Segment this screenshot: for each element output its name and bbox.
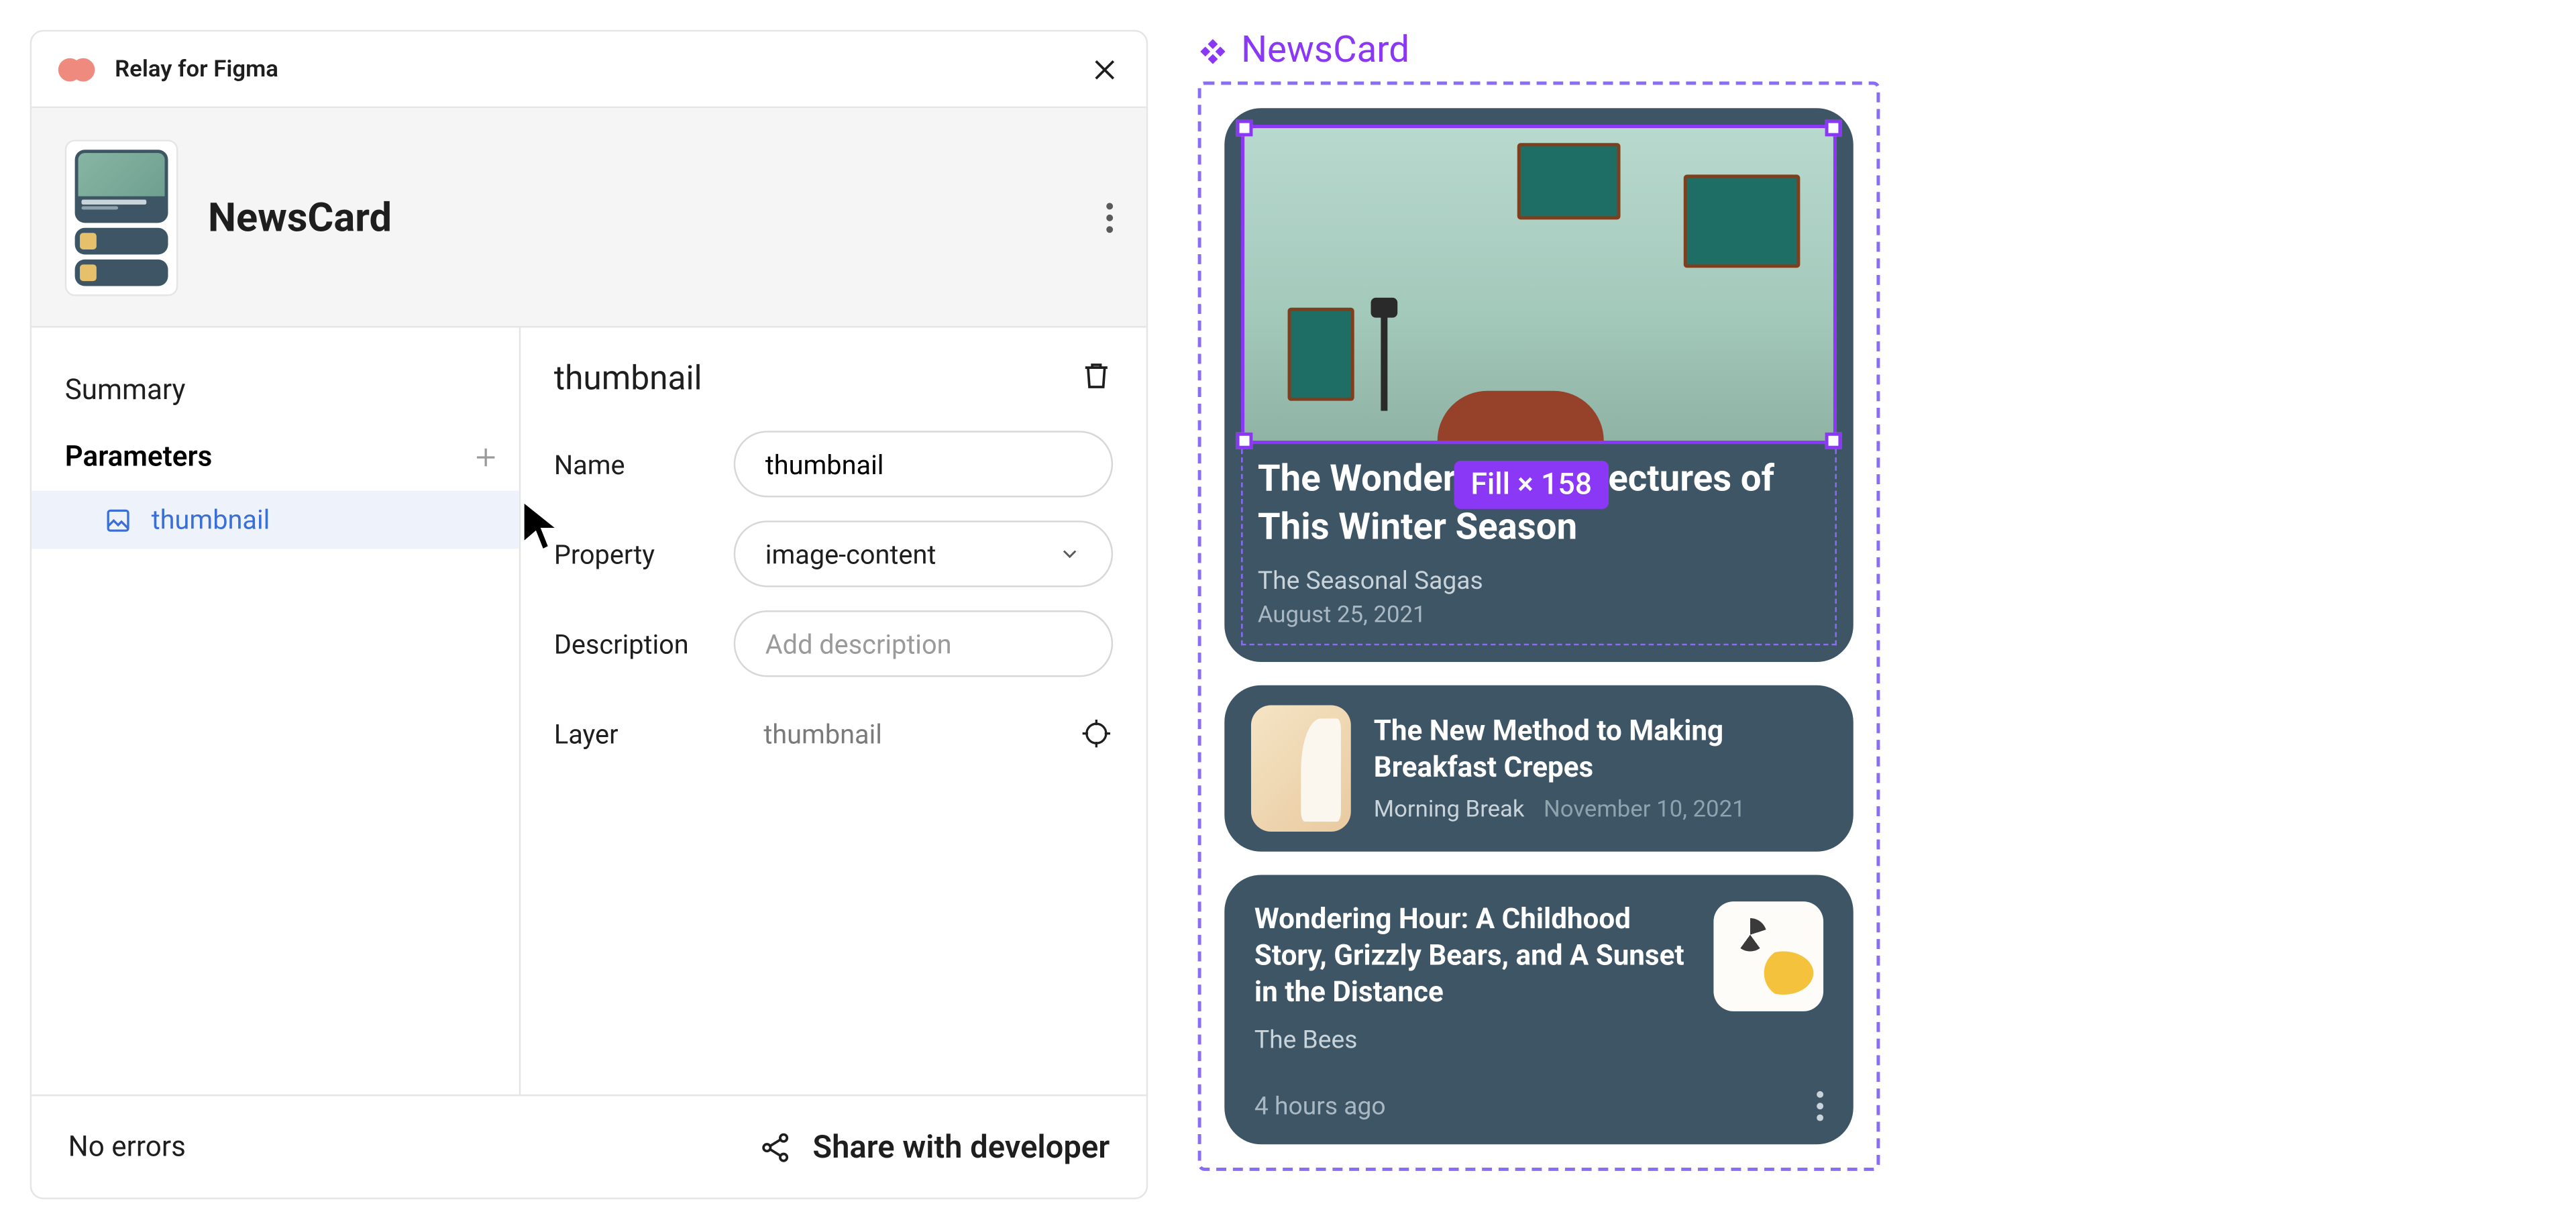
property-label: Property — [554, 538, 704, 569]
chevron-down-icon — [1058, 542, 1081, 565]
share-label: Share with developer — [812, 1127, 1110, 1166]
parameter-row-thumbnail[interactable]: thumbnail — [32, 491, 519, 549]
name-label: Name — [554, 448, 704, 480]
component-header: NewsCard — [32, 108, 1146, 327]
card3-time: 4 hours ago — [1254, 1092, 1386, 1122]
hero-thumbnail-image[interactable] — [1244, 128, 1833, 441]
delete-icon[interactable] — [1080, 359, 1114, 396]
share-icon — [759, 1130, 793, 1164]
close-icon[interactable] — [1089, 54, 1120, 85]
component-thumbnail — [65, 139, 178, 295]
share-button[interactable]: Share with developer — [759, 1127, 1110, 1166]
locate-layer-icon[interactable] — [1080, 717, 1114, 750]
description-label: Description — [554, 628, 704, 659]
parameter-name: thumbnail — [152, 504, 270, 535]
news-card-item-3[interactable]: Wondering Hour: A Childhood Story, Grizz… — [1224, 875, 1853, 1145]
news-card-item-2[interactable]: The New Method to Making Breakfast Crepe… — [1224, 685, 1853, 852]
description-input[interactable] — [734, 610, 1113, 677]
overflow-menu-icon[interactable] — [1106, 202, 1113, 232]
sidebar-item-summary[interactable]: Summary — [32, 357, 519, 424]
card2-author: Morning Break — [1374, 797, 1525, 824]
property-value: image-content — [765, 538, 936, 569]
component-frame[interactable]: The Wonderful Architectures of This Wint… — [1198, 82, 1880, 1172]
card2-date: November 10, 2021 — [1544, 797, 1746, 824]
card3-headline: Wondering Hour: A Childhood Story, Grizz… — [1254, 902, 1690, 1012]
card3-more-icon[interactable] — [1817, 1092, 1823, 1122]
add-parameter-icon[interactable] — [472, 444, 499, 471]
status-text: No errors — [68, 1130, 186, 1164]
frame-label[interactable]: NewsCard — [1198, 30, 1913, 72]
name-input[interactable] — [734, 431, 1113, 497]
card2-thumbnail-image — [1251, 706, 1350, 832]
detail-title: thumbnail — [554, 357, 702, 398]
relay-plugin-panel: Relay for Figma NewsCard Summary Paramet… — [30, 30, 1148, 1199]
figma-canvas: NewsCard The Wonderful Architectures of … — [1198, 30, 1913, 1172]
image-icon — [105, 506, 131, 533]
plugin-titlebar: Relay for Figma — [32, 32, 1146, 108]
card2-headline: The New Method to Making Breakfast Crepe… — [1374, 714, 1827, 787]
layer-label: Layer — [554, 718, 704, 749]
detail-panel: thumbnail Name Property image-content — [521, 328, 1146, 1095]
panel-footer: No errors Share with developer — [32, 1095, 1146, 1198]
plugin-title: Relay for Figma — [115, 56, 278, 82]
relay-logo-icon — [58, 58, 99, 81]
card3-author: The Bees — [1254, 1025, 1823, 1056]
frame-name: NewsCard — [1241, 30, 1409, 72]
sidebar-parameters-label: Parameters — [65, 441, 213, 474]
card3-thumbnail-image — [1713, 902, 1823, 1012]
component-icon — [1198, 36, 1228, 66]
sidebar: Summary Parameters thumbnail — [32, 328, 521, 1095]
news-card-hero[interactable]: The Wonderful Architectures of This Wint… — [1224, 108, 1853, 662]
hero-date: August 25, 2021 — [1258, 602, 1820, 629]
layer-value: thumbnail — [734, 700, 1050, 767]
property-select[interactable]: image-content — [734, 520, 1113, 587]
sidebar-item-parameters[interactable]: Parameters — [32, 424, 519, 490]
component-name: NewsCard — [208, 194, 392, 240]
selection-size-badge: Fill × 158 — [1454, 461, 1609, 509]
hero-author: The Seasonal Sagas — [1258, 566, 1820, 596]
